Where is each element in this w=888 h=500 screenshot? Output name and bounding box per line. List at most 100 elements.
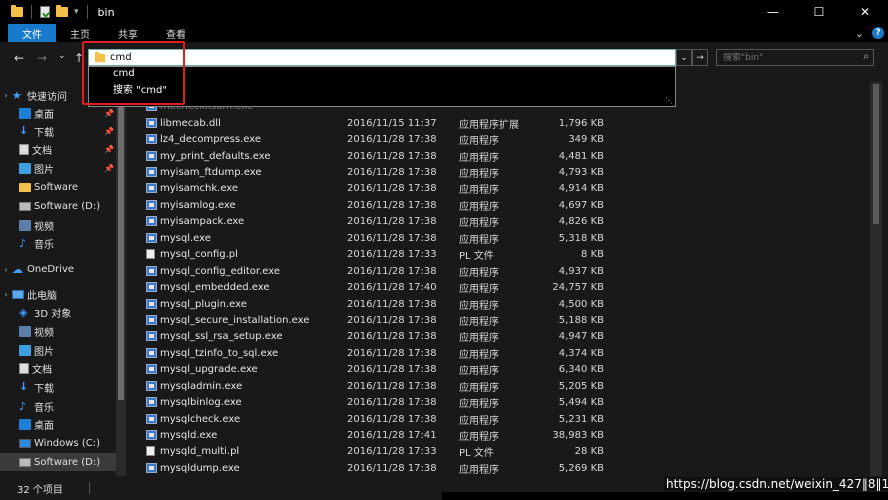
ribbon-tabs: 文件 主页 共享 查看 ⌄ ? [0, 24, 888, 42]
nav-item-pictures[interactable]: 图片 📌 [0, 159, 118, 177]
file-row[interactable]: myisamchk.exe 2016/11/28 17:38 应用程序 4,914 K… [128, 180, 748, 196]
nav-item-pictures-pc[interactable]: 图片 [0, 341, 118, 359]
file-row[interactable]: mysqld_multi.pl 2016/11/28 17:33 PL 文件 28 K… [128, 443, 748, 459]
forward-button[interactable]: → [37, 51, 47, 65]
file-name: mysql.exe [160, 232, 211, 244]
nav-item-3d-objects[interactable]: ◈ 3D 对象 [0, 303, 118, 321]
tab-share[interactable]: 共享 [104, 24, 152, 42]
file-row[interactable]: mysql_secure_installation.exe 2016/11/28 … [128, 312, 748, 328]
search-input[interactable] [717, 52, 847, 63]
file-date: 2016/11/28 17:38 [347, 166, 437, 178]
help-icon[interactable]: ? [872, 27, 884, 39]
qat-dropdown-icon[interactable]: ▾ [74, 7, 79, 17]
file-type: 应用程序 [459, 283, 499, 295]
search-box[interactable]: ⌕ [716, 49, 874, 66]
resize-grip-icon[interactable]: ⋱ [665, 96, 673, 105]
file-row[interactable]: myisampack.exe 2016/11/28 17:38 应用程序 4,826 … [128, 213, 748, 229]
file-row[interactable]: myisamlog.exe 2016/11/28 17:38 应用程序 4,697 K… [128, 197, 748, 213]
expand-icon[interactable]: › [0, 290, 12, 299]
file-type: 应用程序 [459, 316, 499, 328]
exe-icon [146, 315, 157, 325]
nav-item-software-folder[interactable]: Software [0, 178, 118, 196]
file-type: 应用程序 [459, 431, 499, 443]
tab-view[interactable]: 查看 [152, 24, 200, 42]
go-button[interactable]: → [692, 49, 708, 66]
file-name: mysql_upgrade.exe [160, 363, 258, 375]
expand-ribbon-icon[interactable]: ⌄ [855, 27, 864, 40]
scrollbar-thumb[interactable] [873, 84, 879, 224]
file-row[interactable]: mysql_upgrade.exe 2016/11/28 17:38 应用程序 6,3… [128, 361, 748, 377]
close-button[interactable]: ✕ [842, 0, 888, 24]
properties-icon[interactable] [40, 6, 50, 18]
file-size: 24,757 KB [552, 281, 604, 293]
pin-icon[interactable]: 📌 [104, 164, 114, 173]
nav-item-label: 视频 [34, 327, 54, 339]
videos-icon [19, 325, 31, 337]
file-date: 2016/11/28 17:38 [347, 413, 437, 425]
pin-icon[interactable]: 📌 [104, 145, 114, 154]
nav-item-windows-c[interactable]: Windows (C:) [0, 434, 118, 452]
file-row[interactable]: my_print_defaults.exe 2016/11/28 17:38 应用程… [128, 148, 748, 164]
file-size: 4,947 KB [558, 330, 604, 342]
maximize-button[interactable]: ☐ [796, 0, 842, 24]
file-row[interactable]: lz4_decompress.exe 2016/11/28 17:38 应用程序 34… [128, 131, 748, 147]
nav-item-label: Software (D:) [34, 456, 101, 468]
pl-file-icon [146, 249, 155, 259]
new-folder-icon[interactable] [56, 5, 68, 17]
nav-item-music[interactable]: ♪ 音乐 [0, 234, 118, 252]
file-row[interactable]: mysqlbinlog.exe 2016/11/28 17:38 应用程序 5,494… [128, 394, 748, 410]
file-name: lz4_decompress.exe [160, 133, 261, 145]
tab-file[interactable]: 文件 [8, 24, 56, 42]
nav-item-desktop-pc[interactable]: 桌面 [0, 415, 118, 433]
recent-locations-button[interactable]: ⌄ [58, 51, 66, 61]
nav-item-software-drive[interactable]: Software (D:) [0, 197, 118, 215]
tab-home[interactable]: 主页 [56, 24, 104, 42]
file-row[interactable]: mysqldump.exe 2016/11/28 17:38 应用程序 5,269 K… [128, 460, 748, 476]
nav-item-this-pc[interactable]: › 此电脑 [0, 285, 118, 303]
file-date: 2016/11/28 17:38 [347, 232, 437, 244]
nav-item-documents-pc[interactable]: 文档 [0, 359, 118, 377]
file-size: 4,937 KB [558, 265, 604, 277]
nav-item-videos[interactable]: 视频 [0, 216, 118, 234]
nav-item-label: 图片 [34, 164, 54, 176]
file-row[interactable]: mysql_embedded.exe 2016/11/28 17:40 应用程序 24… [128, 279, 748, 295]
pin-icon[interactable]: 📌 [104, 127, 114, 136]
address-input[interactable] [110, 52, 610, 63]
nav-item-software-d[interactable]: Software (D:) [0, 453, 118, 471]
file-type: 应用程序 [459, 365, 499, 377]
nav-item-documents[interactable]: 文档 📌 [0, 140, 118, 158]
file-date: 2016/11/28 17:33 [347, 445, 437, 457]
file-type: 应用程序扩展 [459, 119, 519, 131]
minimize-button[interactable]: — [750, 0, 796, 24]
file-list-scrollbar[interactable] [870, 82, 882, 476]
file-row[interactable]: myisam_ftdump.exe 2016/11/28 17:38 应用程序 4,7… [128, 164, 748, 180]
scrollbar-thumb[interactable] [118, 100, 124, 400]
nav-item-onedrive[interactable]: › ☁ OneDrive [0, 260, 118, 278]
file-row[interactable]: mysql_ssl_rsa_setup.exe 2016/11/28 17:38 应… [128, 328, 748, 344]
expand-icon[interactable]: › [0, 265, 12, 274]
file-date: 2016/11/28 17:38 [347, 363, 437, 375]
file-row[interactable]: mysql_tzinfo_to_sql.exe 2016/11/28 17:38 应… [128, 345, 748, 361]
address-dropdown-button[interactable]: ⌄ [676, 49, 692, 66]
nav-item-music-pc[interactable]: ♪ 音乐 [0, 397, 118, 415]
nav-pane-scrollbar[interactable] [116, 82, 126, 476]
expand-icon[interactable]: › [0, 91, 12, 100]
nav-item-label: Software [34, 181, 79, 193]
file-row[interactable]: mysqld.exe 2016/11/28 17:41 应用程序 38,983 KB [128, 427, 748, 443]
cube-icon: ◈ [19, 305, 28, 319]
file-row[interactable]: mysqlcheck.exe 2016/11/28 17:38 应用程序 5,231 … [128, 411, 748, 427]
file-row[interactable]: mysql.exe 2016/11/28 17:38 应用程序 5,318 KB [128, 230, 748, 246]
pin-icon[interactable]: 📌 [104, 109, 114, 118]
nav-item-downloads-pc[interactable]: ↓ 下载 [0, 378, 118, 396]
exe-icon [146, 282, 157, 292]
file-date: 2016/11/28 17:38 [347, 330, 437, 342]
nav-item-downloads[interactable]: ↓ 下载 📌 [0, 122, 118, 140]
file-row[interactable]: libmecab.dll 2016/11/15 11:37 应用程序扩展 1,796 … [128, 115, 748, 131]
nav-item-videos-pc[interactable]: 视频 [0, 322, 118, 340]
file-row[interactable]: mysql_plugin.exe 2016/11/28 17:38 应用程序 4,50… [128, 296, 748, 312]
file-row[interactable]: mysql_config.pl 2016/11/28 17:33 PL 文件 8 KB [128, 246, 748, 262]
file-row[interactable]: mysql_config_editor.exe 2016/11/28 17:38 应… [128, 263, 748, 279]
file-row[interactable]: mysqladmin.exe 2016/11/28 17:38 应用程序 5,205 … [128, 378, 748, 394]
file-date: 2016/11/28 17:38 [347, 215, 437, 227]
back-button[interactable]: ← [14, 51, 24, 65]
